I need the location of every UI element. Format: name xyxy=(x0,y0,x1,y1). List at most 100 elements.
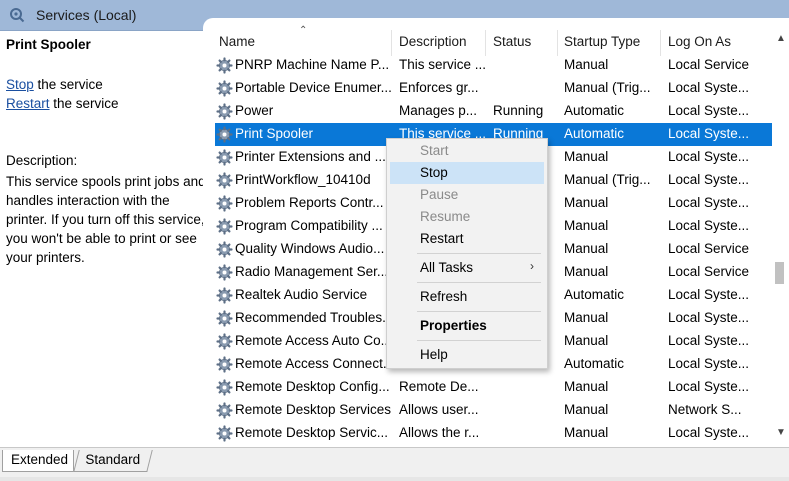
scroll-down-icon[interactable]: ▼ xyxy=(776,427,786,438)
gear-icon xyxy=(216,310,233,327)
service-name: Problem Reports Contr... xyxy=(235,195,384,210)
table-row[interactable]: Remote Desktop Servic... Allows the r... M… xyxy=(215,422,775,445)
menu-item-resume[interactable]: Resume xyxy=(390,206,544,228)
service-log-on-as: Local Syste... xyxy=(668,287,750,302)
gear-icon xyxy=(216,379,233,396)
service-startup-type: Manual xyxy=(564,149,609,164)
gear-icon xyxy=(216,103,233,120)
column-startup-type[interactable]: Startup Type xyxy=(564,34,640,49)
service-name: Print Spooler xyxy=(235,126,314,141)
column-name[interactable]: Name xyxy=(219,34,255,49)
menu-item-label: Start xyxy=(420,143,449,158)
service-startup-type: Manual xyxy=(564,402,609,417)
service-startup-type: Manual xyxy=(564,379,609,394)
service-startup-type: Automatic xyxy=(564,126,625,141)
service-log-on-as: Local Syste... xyxy=(668,379,750,394)
service-name: PNRP Machine Name P... xyxy=(235,57,390,72)
service-startup-type: Manual xyxy=(564,57,609,72)
menu-item-refresh[interactable]: Refresh xyxy=(390,286,544,308)
gear-icon xyxy=(216,264,233,281)
column-divider[interactable] xyxy=(391,30,392,56)
service-startup-type: Manual xyxy=(564,218,609,233)
table-row[interactable]: Portable Device Enumer... Enforces gr... M… xyxy=(215,77,775,100)
services-window: Services (Local) Print Spooler Stop the … xyxy=(0,0,789,481)
column-divider[interactable] xyxy=(485,30,486,56)
service-log-on-as: Local Syste... xyxy=(668,126,750,141)
column-divider[interactable] xyxy=(557,30,558,56)
gear-icon xyxy=(216,195,233,212)
service-startup-type: Automatic xyxy=(564,356,625,371)
stop-service-link[interactable]: Stop xyxy=(6,77,34,92)
menu-item-help[interactable]: Help xyxy=(390,344,544,366)
service-name: Radio Management Ser... xyxy=(235,264,389,279)
vertical-scrollbar[interactable]: ▲ ▼ xyxy=(772,31,789,447)
menu-separator xyxy=(417,311,541,312)
service-startup-type: Manual xyxy=(564,264,609,279)
menu-item-label: Properties xyxy=(420,318,487,333)
gear-icon xyxy=(216,57,233,74)
table-row[interactable]: Remote Desktop Config... Remote De... Manu… xyxy=(215,376,775,399)
view-tabs: Extended Standard xyxy=(0,447,789,481)
gear-icon xyxy=(216,425,233,442)
menu-item-label: Pause xyxy=(420,187,459,202)
tab-standard[interactable]: Standard xyxy=(73,450,153,472)
gear-icon xyxy=(216,80,233,97)
service-startup-type: Manual xyxy=(564,241,609,256)
menu-item-label: All Tasks xyxy=(420,260,474,275)
service-startup-type: Manual xyxy=(564,310,609,325)
service-startup-type: Manual (Trig... xyxy=(564,172,651,187)
service-log-on-as: Local Syste... xyxy=(668,80,750,95)
menu-item-restart[interactable]: Restart xyxy=(390,228,544,250)
service-name: Remote Desktop Servic... xyxy=(235,425,389,440)
column-divider[interactable] xyxy=(660,30,661,56)
tab-extended[interactable]: Extended xyxy=(2,450,74,472)
service-description-cell: Allows user... xyxy=(399,402,479,417)
service-status: Running xyxy=(493,103,544,118)
gear-icon xyxy=(216,356,233,373)
service-log-on-as: Local Syste... xyxy=(668,195,750,210)
service-description-cell: This service ... xyxy=(399,57,487,72)
restart-action: Restart the service xyxy=(6,96,119,111)
tab-extended-label: Extended xyxy=(11,452,69,467)
table-row[interactable]: Power Manages p... Running Automatic Local S… xyxy=(215,100,775,123)
column-status[interactable]: Status xyxy=(493,34,531,49)
table-row[interactable]: Remote Desktop Services Allows user... Man… xyxy=(215,399,775,422)
service-log-on-as: Network S... xyxy=(668,402,742,417)
service-description-cell: Manages p... xyxy=(399,103,478,118)
sort-ascending-icon: ⌃ xyxy=(299,25,308,36)
gear-icon xyxy=(216,402,233,419)
menu-separator xyxy=(417,282,541,283)
service-startup-type: Manual xyxy=(564,195,609,210)
table-row[interactable]: PNRP Machine Name P... This service ... Ma… xyxy=(215,54,775,77)
menu-item-start[interactable]: Start xyxy=(390,140,544,162)
menu-separator xyxy=(417,340,541,341)
service-description-cell: Allows the r... xyxy=(399,425,480,440)
selected-service-title: Print Spooler xyxy=(6,37,91,52)
menu-separator xyxy=(417,253,541,254)
gear-icon xyxy=(216,287,233,304)
restart-suffix: the service xyxy=(49,96,119,111)
service-name: Portable Device Enumer... xyxy=(235,80,392,95)
column-description[interactable]: Description xyxy=(399,34,467,49)
menu-item-pause[interactable]: Pause xyxy=(390,184,544,206)
menu-item-stop[interactable]: Stop xyxy=(390,162,544,184)
service-name: Printer Extensions and ... xyxy=(235,149,386,164)
menu-item-properties[interactable]: Properties xyxy=(390,315,544,337)
restart-service-link[interactable]: Restart xyxy=(6,96,50,111)
scroll-thumb[interactable] xyxy=(775,262,784,284)
service-log-on-as: Local Service xyxy=(668,241,750,256)
gear-icon xyxy=(216,333,233,350)
service-startup-type: Manual xyxy=(564,333,609,348)
extended-info-panel: Print Spooler Stop the service Restart t… xyxy=(0,31,206,447)
service-description-cell: Remote De... xyxy=(399,379,479,394)
description-label: Description: xyxy=(6,153,78,168)
tab-standard-label: Standard xyxy=(85,452,141,467)
column-log-on-as[interactable]: Log On As xyxy=(668,34,731,49)
scroll-up-icon[interactable]: ▲ xyxy=(776,33,786,44)
service-name: Recommended Troubles... xyxy=(235,310,392,325)
service-log-on-as: Local Syste... xyxy=(668,103,750,118)
service-startup-type: Manual xyxy=(564,425,609,440)
menu-item-label: Resume xyxy=(420,209,471,224)
menu-item-all-tasks[interactable]: All Tasks › xyxy=(390,257,544,279)
service-log-on-as: Local Syste... xyxy=(668,172,750,187)
